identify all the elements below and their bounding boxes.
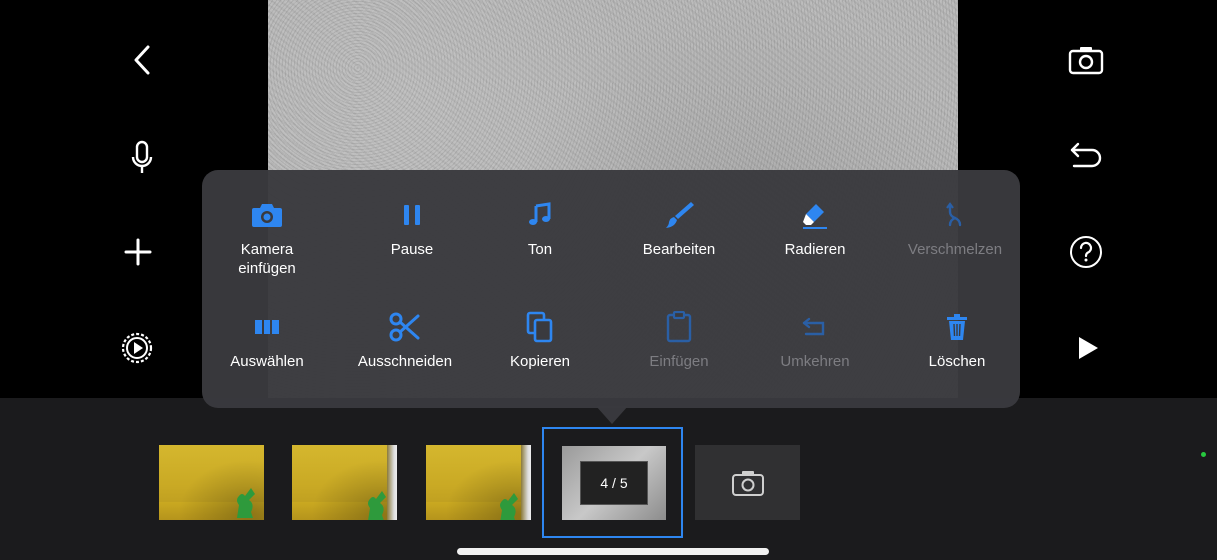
edit-popover-menu: Kamera einfügen Pause Ton Bearbeiten Rad… bbox=[202, 170, 1020, 408]
menu-item-label: Einfügen bbox=[649, 353, 709, 370]
brush-icon bbox=[666, 202, 694, 228]
menu-item-auswaehlen[interactable]: Auswählen bbox=[202, 310, 332, 371]
status-dot bbox=[1201, 452, 1206, 457]
menu-item-label: Löschen bbox=[928, 353, 986, 370]
camera-icon bbox=[252, 204, 282, 227]
menu-item-label: Verschmelzen bbox=[907, 241, 1003, 258]
music-note-icon bbox=[529, 202, 551, 225]
current-frame-thumbnail[interactable]: 4 / 5 bbox=[542, 427, 683, 538]
menu-item-ausschneiden[interactable]: Ausschneiden bbox=[340, 310, 470, 371]
bird-figure-icon bbox=[368, 491, 386, 520]
menu-item-bearbeiten[interactable]: Bearbeiten bbox=[614, 198, 744, 259]
copy-icon bbox=[526, 311, 553, 343]
play-button[interactable] bbox=[1068, 328, 1108, 368]
chevron-left-icon bbox=[134, 45, 150, 75]
menu-item-label: Bearbeiten bbox=[642, 241, 716, 258]
home-indicator[interactable] bbox=[457, 548, 769, 555]
menu-item-verschmelzen[interactable]: Verschmelzen bbox=[890, 198, 1020, 259]
menu-item-label: Kamera einfügen bbox=[238, 241, 296, 277]
menu-item-ton[interactable]: Ton bbox=[475, 198, 605, 259]
menu-item-kamera-einfuegen[interactable]: Kamera einfügen bbox=[202, 198, 332, 278]
question-mark-icon bbox=[1070, 236, 1102, 268]
back-button[interactable] bbox=[122, 40, 162, 80]
menu-item-label: Umkehren bbox=[780, 353, 850, 370]
settings-button[interactable] bbox=[117, 328, 157, 368]
frame-counter: 4 / 5 bbox=[580, 461, 648, 505]
frame-thumbnail-3[interactable] bbox=[426, 445, 531, 520]
add-button[interactable] bbox=[118, 232, 158, 272]
microphone-icon bbox=[131, 140, 153, 173]
menu-item-radieren[interactable]: Radieren bbox=[750, 198, 880, 259]
help-button[interactable] bbox=[1066, 232, 1106, 272]
menu-item-label: Pause bbox=[390, 241, 434, 258]
plus-icon bbox=[124, 238, 152, 266]
merge-icon bbox=[946, 202, 962, 227]
scissors-icon bbox=[389, 312, 420, 342]
select-frames-icon bbox=[255, 320, 279, 334]
menu-item-umkehren[interactable]: Umkehren bbox=[750, 310, 880, 371]
menu-item-einfuegen[interactable]: Einfügen bbox=[614, 310, 744, 371]
menu-item-label: Auswählen bbox=[230, 353, 304, 370]
microphone-button[interactable] bbox=[122, 138, 162, 178]
menu-item-label: Radieren bbox=[784, 241, 846, 258]
popover-arrow bbox=[596, 406, 628, 424]
play-icon bbox=[1079, 337, 1098, 359]
bird-figure-icon bbox=[237, 488, 255, 518]
bird-figure-icon bbox=[500, 493, 518, 520]
add-frame-camera-button[interactable] bbox=[695, 445, 800, 520]
reverse-icon bbox=[802, 317, 825, 336]
capture-button[interactable] bbox=[1066, 40, 1106, 80]
camera-icon bbox=[1068, 47, 1104, 75]
undo-icon bbox=[1070, 142, 1102, 168]
undo-button[interactable] bbox=[1066, 135, 1106, 175]
menu-item-pause[interactable]: Pause bbox=[347, 198, 477, 259]
menu-item-label: Kopieren bbox=[509, 353, 571, 370]
frame-thumbnail-1[interactable] bbox=[159, 445, 264, 520]
camera-icon bbox=[731, 470, 764, 496]
frame-thumbnail-2[interactable] bbox=[292, 445, 397, 520]
menu-item-loeschen[interactable]: Löschen bbox=[892, 310, 1022, 371]
menu-item-label: Ausschneiden bbox=[357, 353, 453, 370]
menu-item-kopieren[interactable]: Kopieren bbox=[475, 310, 605, 371]
gear-play-icon bbox=[121, 332, 153, 364]
trash-icon bbox=[947, 314, 967, 340]
menu-item-label: Ton bbox=[527, 241, 553, 258]
pause-icon bbox=[404, 205, 420, 225]
clipboard-icon bbox=[666, 311, 692, 343]
eraser-icon bbox=[803, 204, 827, 229]
